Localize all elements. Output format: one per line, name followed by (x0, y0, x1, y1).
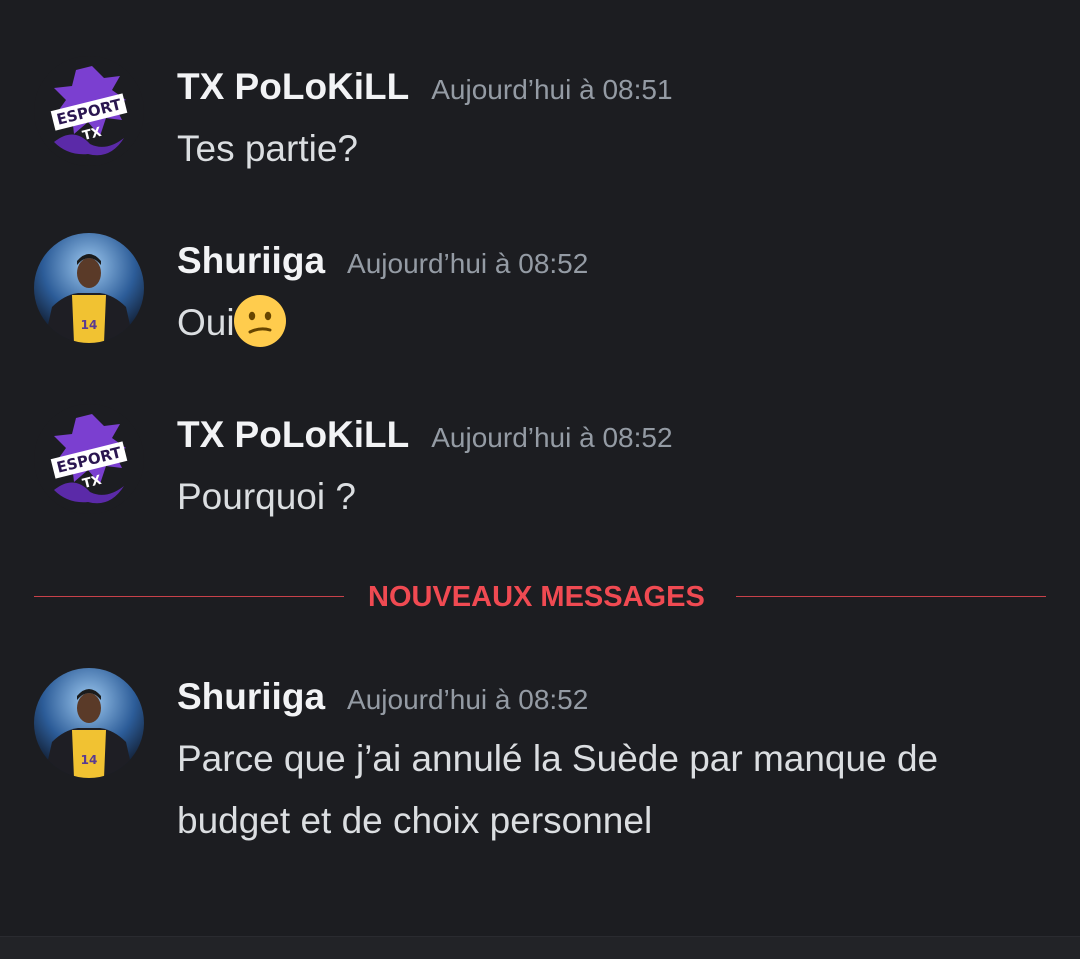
message-timestamp: Aujourd’hui à 08:51 (431, 74, 673, 105)
divider-line-left (34, 596, 344, 597)
new-messages-label: NOUVEAUX MESSAGES (368, 581, 705, 613)
message-content: Tes partie? (177, 128, 358, 169)
message-author[interactable]: TX PoLoKiLL (177, 66, 409, 107)
message-content: Parce que j’ai annulé la Suède par manqu… (177, 738, 939, 841)
message-timestamp: Aujourd’hui à 08:52 (431, 422, 673, 453)
message-timestamp: Aujourd’hui à 08:52 (347, 684, 589, 715)
esport-dragon-logo-icon: ESPORT TX (34, 56, 144, 166)
bottom-bar (0, 936, 1080, 959)
message-content: Pourquoi ? (177, 476, 356, 517)
basketball-player-avatar-icon: 14 (34, 668, 144, 778)
svg-text:14: 14 (81, 318, 98, 332)
message-text: Oui (177, 302, 235, 343)
chat-message-list: ESPORT TX TX PoLoKiLL Aujourd’hui à 08:51… (0, 0, 1080, 959)
message-author[interactable]: TX PoLoKiLL (177, 414, 409, 455)
message-author[interactable]: Shuriiga (177, 240, 325, 281)
avatar[interactable]: ESPORT TX (34, 404, 144, 514)
confused-face-icon[interactable] (233, 294, 287, 348)
svg-text:14: 14 (81, 753, 98, 767)
message-content: Oui (177, 292, 1057, 354)
avatar[interactable]: 14 (34, 668, 144, 778)
new-messages-divider: NOUVEAUX MESSAGES (34, 576, 1046, 618)
avatar[interactable]: 14 (34, 233, 144, 343)
avatar[interactable]: ESPORT TX (34, 56, 144, 166)
esport-dragon-logo-icon: ESPORT TX (34, 404, 144, 514)
message-author[interactable]: Shuriiga (177, 676, 325, 717)
message-timestamp: Aujourd’hui à 08:52 (347, 248, 589, 279)
divider-line-right (736, 596, 1046, 597)
basketball-player-avatar-icon: 14 (34, 233, 144, 343)
